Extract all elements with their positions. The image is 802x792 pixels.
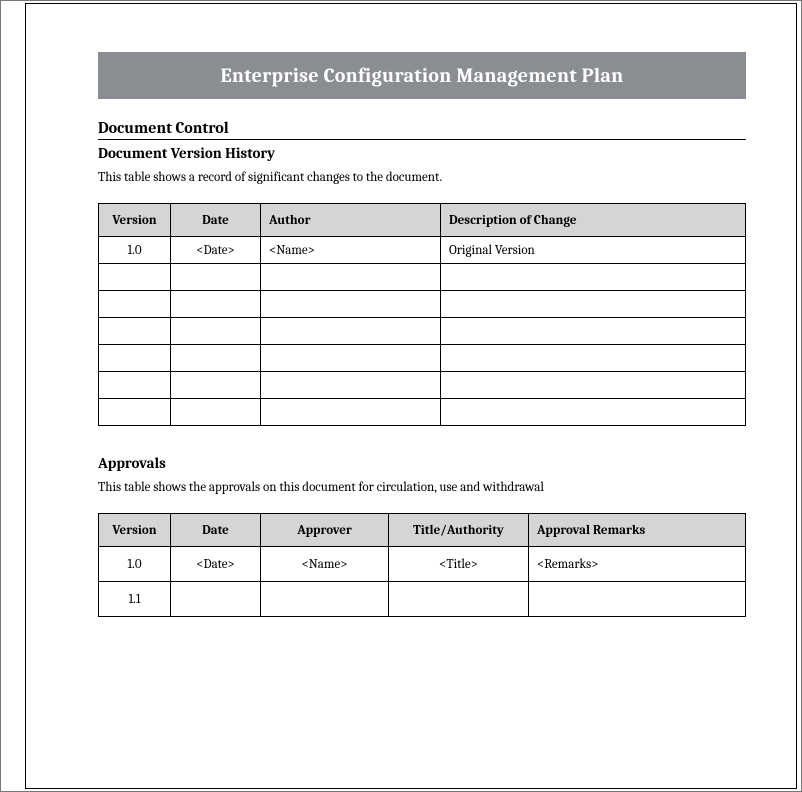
- cell-version: [99, 372, 171, 399]
- cell-desc: [441, 372, 746, 399]
- cell-desc: Original Version: [441, 237, 746, 264]
- col-header-approver: Approver: [261, 514, 389, 547]
- cell-author: [261, 372, 441, 399]
- cell-author: [261, 399, 441, 426]
- version-history-intro: This table shows a record of significant…: [98, 170, 746, 185]
- cell-title: [389, 582, 529, 617]
- table-row: [99, 291, 746, 318]
- table-row: 1.0 <Date> <Name> Original Version: [99, 237, 746, 264]
- cell-version: [99, 264, 171, 291]
- cell-date: [171, 399, 261, 426]
- table-row: [99, 318, 746, 345]
- cell-approver: [261, 582, 389, 617]
- cell-title: <Title>: [389, 547, 529, 582]
- cell-desc: [441, 318, 746, 345]
- table-header-row: Version Date Author Description of Chang…: [99, 204, 746, 237]
- cell-date: [171, 345, 261, 372]
- approvals-table: Version Date Approver Title/Authority Ap…: [98, 513, 746, 617]
- cell-date: [171, 372, 261, 399]
- document-title-text: Enterprise Configuration Management Plan: [220, 64, 623, 87]
- cell-date: [171, 264, 261, 291]
- subheading-approvals: Approvals: [98, 454, 746, 472]
- table-row: 1.1: [99, 582, 746, 617]
- cell-version: 1.0: [99, 237, 171, 264]
- col-header-version: Version: [99, 514, 171, 547]
- cell-date: [171, 291, 261, 318]
- document-title-banner: Enterprise Configuration Management Plan: [98, 52, 746, 99]
- cell-version: 1.1: [99, 582, 171, 617]
- table-header-row: Version Date Approver Title/Authority Ap…: [99, 514, 746, 547]
- cell-date: <Date>: [171, 237, 261, 264]
- table-row: [99, 345, 746, 372]
- cell-author: [261, 318, 441, 345]
- col-header-date: Date: [171, 204, 261, 237]
- col-header-title: Title/Authority: [389, 514, 529, 547]
- page-frame: Enterprise Configuration Management Plan…: [0, 0, 802, 792]
- cell-date: [171, 318, 261, 345]
- page-content: Enterprise Configuration Management Plan…: [25, 3, 797, 789]
- cell-author: [261, 264, 441, 291]
- cell-date: <Date>: [171, 547, 261, 582]
- cell-author: <Name>: [261, 237, 441, 264]
- cell-author: [261, 345, 441, 372]
- cell-version: [99, 399, 171, 426]
- cell-version: [99, 345, 171, 372]
- col-header-remarks: Approval Remarks: [529, 514, 746, 547]
- col-header-date: Date: [171, 514, 261, 547]
- cell-version: 1.0: [99, 547, 171, 582]
- cell-version: [99, 291, 171, 318]
- table-row: 1.0 <Date> <Name> <Title> <Remarks>: [99, 547, 746, 582]
- cell-desc: [441, 345, 746, 372]
- table-row: [99, 399, 746, 426]
- cell-remarks: [529, 582, 746, 617]
- cell-desc: [441, 264, 746, 291]
- subheading-version-history: Document Version History: [98, 144, 746, 162]
- cell-desc: [441, 291, 746, 318]
- col-header-desc: Description of Change: [441, 204, 746, 237]
- approvals-intro: This table shows the approvals on this d…: [98, 480, 746, 495]
- table-row: [99, 264, 746, 291]
- cell-author: [261, 291, 441, 318]
- cell-desc: [441, 399, 746, 426]
- cell-date: [171, 582, 261, 617]
- cell-version: [99, 318, 171, 345]
- col-header-version: Version: [99, 204, 171, 237]
- col-header-author: Author: [261, 204, 441, 237]
- cell-remarks: <Remarks>: [529, 547, 746, 582]
- cell-approver: <Name>: [261, 547, 389, 582]
- version-history-table: Version Date Author Description of Chang…: [98, 203, 746, 426]
- table-row: [99, 372, 746, 399]
- section-heading-document-control: Document Control: [98, 119, 746, 140]
